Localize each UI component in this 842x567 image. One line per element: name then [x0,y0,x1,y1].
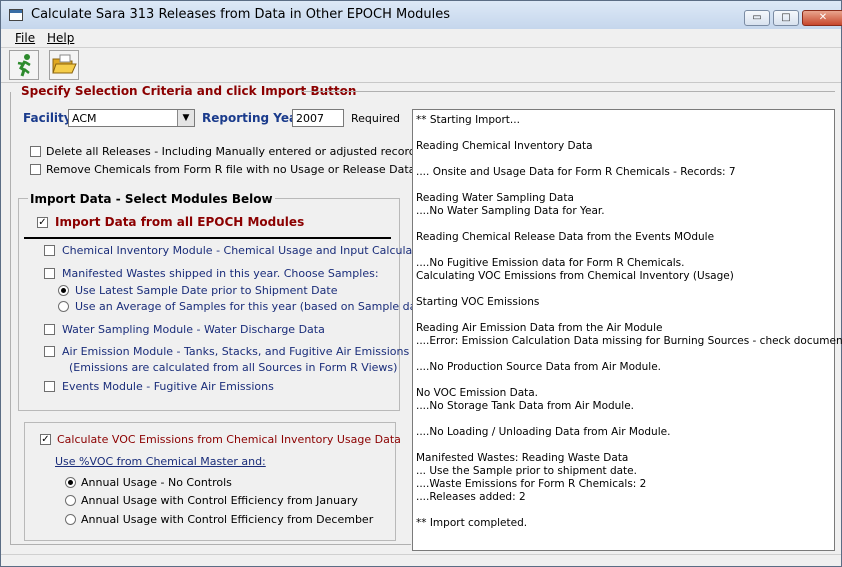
log-line: ....No Water Sampling Data for Year. [416,205,605,217]
water-sampling-label: Water Sampling Module - Water Discharge … [62,323,325,336]
voc-option-december-label: Annual Usage with Control Efficiency fro… [81,513,374,526]
voc-option-january-label: Annual Usage with Control Efficiency fro… [81,494,358,507]
log-line: No VOC Emission Data. [416,387,539,399]
voc-option-january-radio[interactable] [65,495,76,506]
log-line: ** Starting Import... [416,114,520,126]
import-group-title: Import Data - Select Modules Below [28,192,275,206]
calculate-voc-checkbox[interactable]: ✓ [40,434,51,445]
facility-value: ACM [72,112,97,125]
voc-option-december-radio[interactable] [65,514,76,525]
log-line: ... Use the Sample prior to shipment dat… [416,465,637,477]
air-emission-note: (Emissions are calculated from all Sourc… [69,361,398,374]
import-all-label: Import Data from all EPOCH Modules [55,215,305,229]
reporting-year-value: 2007 [296,112,324,125]
log-line: ....No Fugitive Emission data for Form R… [416,257,685,269]
chemical-inventory-label: Chemical Inventory Module - Chemical Usa… [62,244,440,257]
import-all-checkbox[interactable]: ✓ [37,217,48,228]
close-button[interactable]: ✕ [802,10,842,26]
minimize-button[interactable]: ▭ [744,10,770,26]
remove-chemicals-checkbox[interactable] [30,164,41,175]
reporting-year-input[interactable]: 2007 [292,109,344,127]
log-line: ....Releases added: 2 [416,491,526,503]
sample-average-label: Use an Average of Samples for this year … [75,300,432,313]
sample-average-radio[interactable] [58,301,69,312]
air-emission-label: Air Emission Module - Tanks, Stacks, and… [62,345,410,358]
log-line: Reading Water Sampling Data [416,192,574,204]
open-folder-button[interactable] [49,50,79,80]
menu-file[interactable]: File [15,31,35,45]
log-line: ....Error: Emission Calculation Data mis… [416,335,842,347]
sample-latest-label: Use Latest Sample Date prior to Shipment… [75,284,338,297]
log-line: Manifested Wastes: Reading Waste Data [416,452,629,464]
manifested-wastes-label: Manifested Wastes shipped in this year. … [62,267,379,280]
water-sampling-checkbox[interactable] [44,324,55,335]
import-log-textarea[interactable]: ** Starting Import... Reading Chemical I… [412,109,842,551]
main-window: Calculate Sara 313 Releases from Data in… [0,0,842,567]
log-line: Reading Air Emission Data from the Air M… [416,322,663,334]
log-line: Reading Chemical Inventory Data [416,140,593,152]
log-line: ** Import completed. [416,517,528,529]
facility-select[interactable]: ACM ▼ [68,109,195,127]
log-line: .... Onsite and Usage Data for Form R Ch… [416,166,736,178]
menu-help[interactable]: Help [47,31,74,45]
facility-label: Facility [23,111,72,125]
log-line: Reading Chemical Release Data from the E… [416,231,715,243]
voc-use-label: Use %VOC from Chemical Master and: [55,455,266,468]
remove-chemicals-label: Remove Chemicals from Form R file with n… [46,163,416,176]
window-icon [9,9,23,21]
toolbar [1,48,841,83]
manifested-wastes-checkbox[interactable] [44,268,55,279]
events-checkbox[interactable] [44,381,55,392]
voc-option-no-controls-label: Annual Usage - No Controls [81,476,232,489]
maximize-button[interactable]: □ [773,10,799,26]
air-emission-checkbox[interactable] [44,346,55,357]
chemical-inventory-checkbox[interactable] [44,245,55,256]
run-import-button[interactable] [9,50,39,80]
running-man-icon [17,54,31,77]
required-label: Required [351,112,400,125]
log-line: ....No Loading / Unloading Data from Air… [416,426,671,438]
log-line: Starting VOC Emissions [416,296,540,308]
delete-releases-label: Delete all Releases - Including Manually… [46,145,422,158]
calculate-voc-label: Calculate VOC Emissions from Chemical In… [57,433,401,446]
window-title: Calculate Sara 313 Releases from Data in… [31,7,451,22]
reporting-year-label: Reporting Year [202,111,304,125]
log-line: ....No Storage Tank Data from Air Module… [416,400,635,412]
import-divider [24,237,391,239]
voc-option-no-controls-radio[interactable] [65,477,76,488]
menu-bar: File Help [1,29,841,48]
open-folder-icon [52,54,77,74]
events-label: Events Module - Fugitive Air Emissions [62,380,274,393]
sample-latest-radio[interactable] [58,285,69,296]
log-line: ....No Production Source Data from Air M… [416,361,662,373]
title-bar: Calculate Sara 313 Releases from Data in… [1,1,842,30]
log-line: Calculating VOC Emissions from Chemical … [416,270,734,282]
log-line: ....Waste Emissions for Form R Chemicals… [416,478,647,490]
status-bar [1,554,841,567]
chevron-down-icon[interactable]: ▼ [177,110,194,126]
delete-releases-checkbox[interactable] [30,146,41,157]
